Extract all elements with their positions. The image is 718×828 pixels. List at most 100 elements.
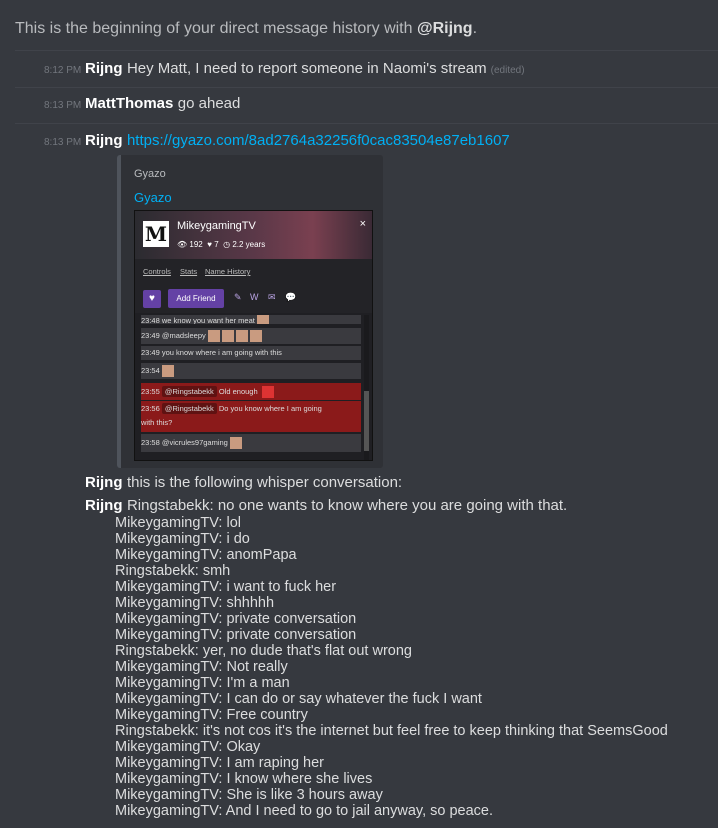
conversation-line: MikeygamingTV: I am raping her <box>115 755 324 771</box>
chat-mention: @madsleepy <box>161 331 206 340</box>
clock-icon: ◷ <box>223 240 231 249</box>
message: Rijng Ringstabekk: no one wants to know … <box>85 497 567 515</box>
divider <box>15 87 718 88</box>
conversation-line: MikeygamingTV: I can do or say whatever … <box>115 691 482 707</box>
eye-icon: 👁 <box>177 240 188 249</box>
emote-icon <box>261 386 274 399</box>
conversation-line: Ringstabekk: smh <box>115 563 231 579</box>
message-author[interactable]: Rijng <box>85 132 123 149</box>
dm-intro: This is the beginning of your direct mes… <box>15 20 477 38</box>
profile-header: M MikeygamingTV 👁 192 ♥ 7 ◷ 2.2 years × <box>135 211 372 259</box>
chat-mention: @Ringstabekk <box>161 386 217 397</box>
close-icon: × <box>359 218 366 230</box>
dm-intro-prefix: This is the beginning of your direct mes… <box>15 20 417 37</box>
emote-icon <box>207 330 220 343</box>
divider <box>15 50 718 51</box>
message-author[interactable]: Rijng <box>85 474 123 491</box>
edited-label: (edited) <box>490 65 525 76</box>
link-embed: Gyazo Gyazo M MikeygamingTV 👁 192 ♥ 7 ◷ … <box>117 155 383 468</box>
chat-time: 23:58 <box>141 438 160 447</box>
conversation-line: MikeygamingTV: lol <box>115 515 241 531</box>
gyazo-link[interactable]: https://gyazo.com/8ad2764a32256f0cac8350… <box>127 132 510 149</box>
chat-time: 23:49 <box>141 348 160 357</box>
conversation-line: Ringstabekk: yer, no dude that's flat ou… <box>115 643 412 659</box>
channel-stats: 👁 192 ♥ 7 ◷ 2.2 years <box>177 240 265 249</box>
channel-logo: M <box>143 221 169 247</box>
pencil-icon: ✎ <box>234 292 242 302</box>
message-text: Ringstabekk: no one wants to know where … <box>126 497 568 514</box>
heart-icon: ♥ <box>207 240 212 249</box>
chat-mention: @vicrules97gaming <box>161 438 228 447</box>
conversation-line: MikeygamingTV: I'm a man <box>115 675 290 691</box>
chat-line: 23:58 @vicrules97gaming <box>141 434 361 452</box>
emote-icon <box>249 330 262 343</box>
chat-line: 23:48 we know you want her meat <box>141 315 361 324</box>
mail-icon: ✉ <box>268 292 276 302</box>
conversation-line: MikeygamingTV: private conversation <box>115 611 357 627</box>
conversation-line: MikeygamingTV: private conversation <box>115 627 357 643</box>
chat-time: 23:55 <box>141 387 160 396</box>
chat-time: 23:56 <box>141 404 160 413</box>
chat-text: Old enough <box>218 387 258 396</box>
message-text: this is the following whisper conversati… <box>126 474 403 491</box>
chat-line: 23:49 @madsleepy <box>141 328 361 344</box>
conversation-line: MikeygamingTV: Not really <box>115 659 288 675</box>
chat-text: Do you know where I am going <box>218 404 322 413</box>
dm-intro-handle[interactable]: @Rijng <box>417 20 473 37</box>
embed-provider: Gyazo <box>134 168 166 180</box>
whisper-icon: W <box>250 292 259 302</box>
divider <box>15 123 718 124</box>
chat-text: you know where i am going with this <box>161 348 282 357</box>
message-timestamp: 8:12 PM <box>44 65 82 76</box>
message-timestamp: 8:13 PM <box>44 137 82 148</box>
conversation-line: MikeygamingTV: And I need to go to jail … <box>115 803 494 819</box>
heart-icon: ♥ <box>143 290 161 308</box>
chat-line-highlighted: 23:56 @Ringstabekk Do you know where I a… <box>141 401 361 432</box>
conversation-line: MikeygamingTV: She is like 3 hours away <box>115 787 383 803</box>
message-author[interactable]: Rijng <box>85 497 123 514</box>
chat-line: 23:49 you know where i am going with thi… <box>141 346 361 360</box>
channel-name: MikeygamingTV <box>177 220 256 232</box>
emote-icon <box>235 330 248 343</box>
chat-line-highlighted: 23:55 @Ringstabekk Old enough <box>141 383 361 400</box>
chat-log: 23:48 we know you want her meat 23:49 @m… <box>135 315 372 460</box>
account-age: 2.2 years <box>232 240 266 249</box>
embed-screenshot[interactable]: M MikeygamingTV 👁 192 ♥ 7 ◷ 2.2 years × … <box>134 210 373 461</box>
add-friend-button: Add Friend <box>168 289 224 308</box>
views-count: 192 <box>189 240 203 249</box>
message-author[interactable]: Rijng <box>85 60 123 77</box>
conversation-line: MikeygamingTV: Free country <box>115 707 308 723</box>
follows-count: 7 <box>214 240 219 249</box>
conversation-line: MikeygamingTV: anomPapa <box>115 547 297 563</box>
chat-time: 23:54 <box>141 366 160 375</box>
conversation-line: MikeygamingTV: Okay <box>115 739 261 755</box>
chat-mention: @Ringstabekk <box>161 403 217 414</box>
chat-text: we know you want her meat <box>161 315 255 324</box>
embed-title-link[interactable]: Gyazo <box>134 190 172 205</box>
tab-controls: Controls <box>143 267 171 276</box>
message-author[interactable]: MattThomas <box>85 95 173 112</box>
conversation-line: MikeygamingTV: shhhhh <box>115 595 275 611</box>
conversation-line: MikeygamingTV: I know where she lives <box>115 771 373 787</box>
chat-time: 23:49 <box>141 331 160 340</box>
conversation-line: Ringstabekk: it's not cos it's the inter… <box>115 723 668 739</box>
chat-line: 23:54 <box>141 363 361 379</box>
tab-name-history: Name History <box>205 267 251 276</box>
profile-tabs: Controls Stats Name History <box>135 259 372 283</box>
chat-scroll-thumb <box>364 391 369 451</box>
emote-icon <box>161 365 174 378</box>
profile-actions: ♥ Add Friend ✎ W ✉ 💬 <box>135 283 372 313</box>
emote-icon <box>229 437 242 450</box>
tab-stats: Stats <box>180 267 198 276</box>
chat-bubble-icon: 💬 <box>285 292 297 302</box>
conversation-line: MikeygamingTV: i do <box>115 531 250 547</box>
chat-time: 23:48 <box>141 315 160 324</box>
chat-text: with this? <box>141 418 173 427</box>
emote-icon <box>221 330 234 343</box>
message-text: Hey Matt, I need to report someone in Na… <box>126 60 487 77</box>
message-text: go ahead <box>177 95 241 112</box>
dm-intro-suffix: . <box>472 20 478 37</box>
conversation-line: MikeygamingTV: i want to fuck her <box>115 579 337 595</box>
message: Rijng this is the following whisper conv… <box>85 474 402 492</box>
whisper-conversation: MikeygamingTV: lol MikeygamingTV: i do M… <box>115 515 668 819</box>
